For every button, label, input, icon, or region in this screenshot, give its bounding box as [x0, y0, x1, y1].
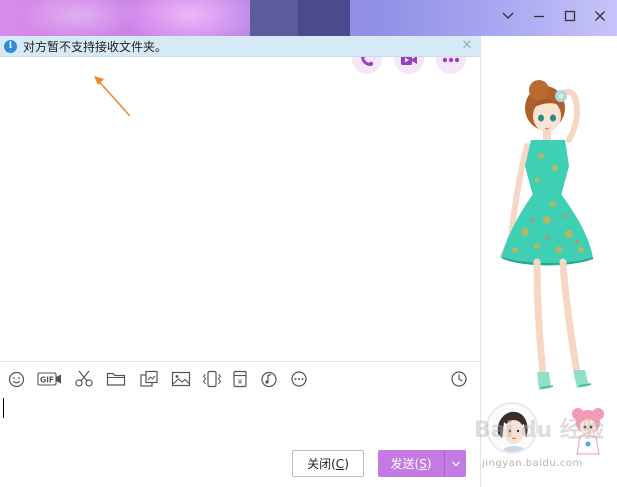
minimize-icon[interactable] — [525, 4, 553, 28]
close-button-label-end: ) — [344, 456, 349, 471]
clock-icon[interactable] — [448, 369, 470, 389]
music-icon[interactable] — [258, 369, 280, 389]
close-button-key: C — [335, 456, 345, 471]
chevron-down-icon — [451, 461, 460, 466]
emoji-icon[interactable] — [5, 369, 27, 389]
gif-icon[interactable]: GIF — [37, 369, 63, 389]
shake-icon[interactable] — [201, 369, 223, 389]
scissors-icon[interactable] — [73, 369, 95, 389]
svg-text:¥: ¥ — [238, 378, 243, 386]
watermark-url: jingyan.baidu.com — [482, 458, 583, 469]
annotation-arrow — [94, 76, 131, 117]
gif-label: GIF — [40, 376, 54, 385]
message-input[interactable] — [0, 392, 481, 442]
title-bar-sparkle — [120, 0, 260, 36]
folder-icon[interactable] — [105, 369, 127, 389]
close-icon[interactable] — [586, 4, 614, 28]
more-icon — [442, 57, 460, 63]
close-button-label: 关闭( — [307, 457, 336, 471]
more-icon[interactable] — [288, 369, 310, 389]
send-options-button[interactable] — [444, 450, 466, 477]
notice-close-icon[interactable]: ✕ — [460, 39, 474, 53]
title-bar[interactable] — [0, 0, 617, 36]
title-bar-band-dark — [298, 0, 350, 36]
send-button-key: S — [419, 456, 427, 471]
maximize-icon[interactable] — [556, 4, 584, 28]
info-icon: i — [4, 39, 17, 53]
toolbar-divider — [0, 361, 481, 362]
image-icon[interactable] — [170, 369, 192, 389]
message-area[interactable] — [0, 57, 481, 361]
notice-text: 对方暂不支持接收文件夹。 — [23, 39, 168, 54]
send-button-label-end: ) — [426, 456, 432, 471]
close-button[interactable]: 关闭(C) — [292, 450, 364, 477]
chevron-down-icon[interactable] — [494, 4, 522, 28]
send-button[interactable]: 发送(S) — [378, 450, 444, 477]
watermark-brand: Bai du 经验 — [474, 418, 604, 443]
image-magic-icon[interactable] — [138, 369, 160, 389]
notice-bar: i 对方暂不支持接收文件夹。 ✕ — [0, 36, 481, 57]
red-packet-icon[interactable]: ¥ — [229, 369, 251, 389]
chat-window: i 对方暂不支持接收文件夹。 ✕ GIF ¥ 关闭(C) 发送(S) B… — [0, 0, 617, 487]
text-caret — [3, 398, 4, 418]
send-button-label: 发送( — [390, 457, 420, 471]
